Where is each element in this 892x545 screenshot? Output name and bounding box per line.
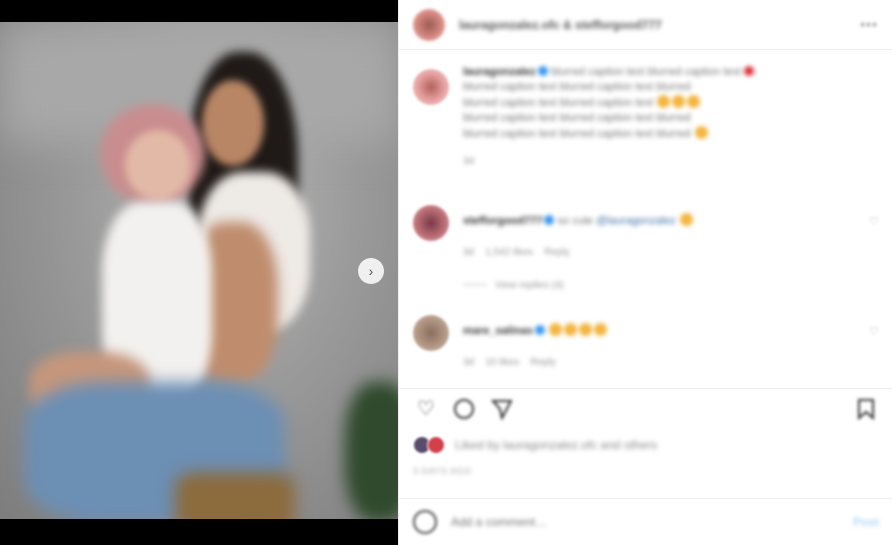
comment-text: mare_salinas — [463, 323, 863, 339]
emoji-icon — [563, 323, 577, 336]
emoji-icon — [593, 323, 607, 336]
comment-like-heart-icon[interactable]: ♡ — [869, 325, 879, 338]
caption-comment: lauragonzalez blurred caption text blurr… — [413, 65, 879, 205]
comment-body: so cute — [557, 215, 593, 227]
replies-divider — [463, 284, 487, 285]
reply-button[interactable]: Reply — [530, 357, 556, 368]
comment-likes[interactable]: 1,542 likes — [485, 247, 533, 258]
comment-time: 3d — [463, 247, 475, 258]
liker-avatars — [413, 436, 445, 454]
emoji-icon — [578, 323, 592, 336]
liker-avatar — [427, 436, 445, 454]
caption-line-3: blurred caption text blurred caption tex… — [463, 95, 863, 111]
caption-username[interactable]: lauragonzalez — [463, 66, 536, 78]
comment-text: stefforgood777 so cute @lauragonzalez — [463, 213, 863, 229]
post-header: lauragonzalez.ofc & stefforgood777 ••• — [399, 0, 892, 50]
instagram-post-modal: › lauragonzalez.ofc & stefforgood777 •••… — [0, 0, 892, 545]
comments-list: lauragonzalez blurred caption text blurr… — [399, 51, 892, 381]
commenter-avatar[interactable] — [413, 315, 449, 351]
post-time: 3 DAYS AGO — [413, 466, 472, 476]
post-comment-button[interactable]: Post — [853, 515, 879, 529]
comment-input[interactable] — [451, 515, 831, 529]
caption-text: blurred caption text blurred caption tex… — [463, 97, 654, 109]
emoji-icon — [694, 126, 708, 139]
caption-line-5: blurred caption text blurred caption tex… — [463, 126, 863, 142]
comment-icon[interactable] — [451, 396, 477, 422]
post-sidebar: lauragonzalez.ofc & stefforgood777 ••• l… — [398, 0, 892, 545]
comment-likes[interactable]: 10 likes — [485, 357, 519, 368]
comment-meta: 3d 1,542 likes Reply — [463, 247, 863, 258]
comment-time: 3d — [463, 357, 475, 368]
comment-item: mare_salinas 3d 10 likes Reply ♡ — [413, 315, 879, 375]
post-photo[interactable]: › — [0, 0, 398, 545]
caption-time: 3d — [463, 156, 475, 167]
ellipsis-icon[interactable]: ••• — [860, 16, 878, 32]
commenter-username[interactable]: stefforgood777 — [463, 215, 542, 227]
caption-line-2: blurred caption text blurred caption tex… — [463, 81, 691, 93]
share-icon[interactable] — [489, 396, 515, 422]
red-heart-emoji-icon — [744, 66, 755, 76]
verified-badge-icon — [534, 325, 545, 335]
heart-icon[interactable]: ♡ — [413, 396, 439, 422]
emoji-icon — [672, 95, 686, 108]
comment-item: stefforgood777 so cute @lauragonzalez 3d… — [413, 205, 879, 315]
view-replies-link[interactable]: View replies (4) — [463, 280, 863, 291]
emoji-picker-icon[interactable] — [413, 510, 437, 534]
emoji-icon — [657, 95, 671, 108]
emoji-icon — [548, 323, 562, 336]
caption-text: blurred caption text blurred caption tex… — [550, 66, 741, 78]
emoji-icon — [679, 213, 693, 226]
caption-line-1: lauragonzalez blurred caption text blurr… — [463, 65, 863, 80]
photo-image — [0, 22, 398, 519]
comment-like-heart-icon[interactable]: ♡ — [869, 215, 879, 228]
verified-badge-icon — [544, 215, 555, 225]
caption-avatar[interactable] — [413, 69, 449, 105]
post-actions-bar: ♡ — [399, 388, 892, 428]
caption-line-4: blurred caption text blurred caption tex… — [463, 112, 691, 124]
comment-meta: 3d 10 likes Reply — [463, 357, 863, 368]
caption-text: blurred caption text blurred caption tex… — [463, 128, 691, 140]
bookmark-icon[interactable] — [853, 396, 879, 422]
commenter-username[interactable]: mare_salinas — [463, 325, 533, 337]
likes-text[interactable]: Liked by lauragonzalez.ofc and others — [455, 438, 657, 452]
likes-row[interactable]: Liked by lauragonzalez.ofc and others — [413, 436, 657, 454]
view-replies-label: View replies (4) — [495, 280, 564, 291]
author-username[interactable]: lauragonzalez.ofc & stefforgood777 — [459, 18, 662, 32]
author-avatar[interactable] — [413, 8, 445, 41]
commenter-avatar[interactable] — [413, 205, 449, 241]
mention-link[interactable]: @lauragonzalez — [596, 215, 676, 227]
verified-badge-icon — [537, 66, 548, 76]
next-photo-button[interactable]: › — [358, 258, 384, 284]
add-comment-bar: Post — [399, 498, 892, 545]
reply-button[interactable]: Reply — [544, 247, 570, 258]
emoji-icon — [687, 95, 701, 108]
